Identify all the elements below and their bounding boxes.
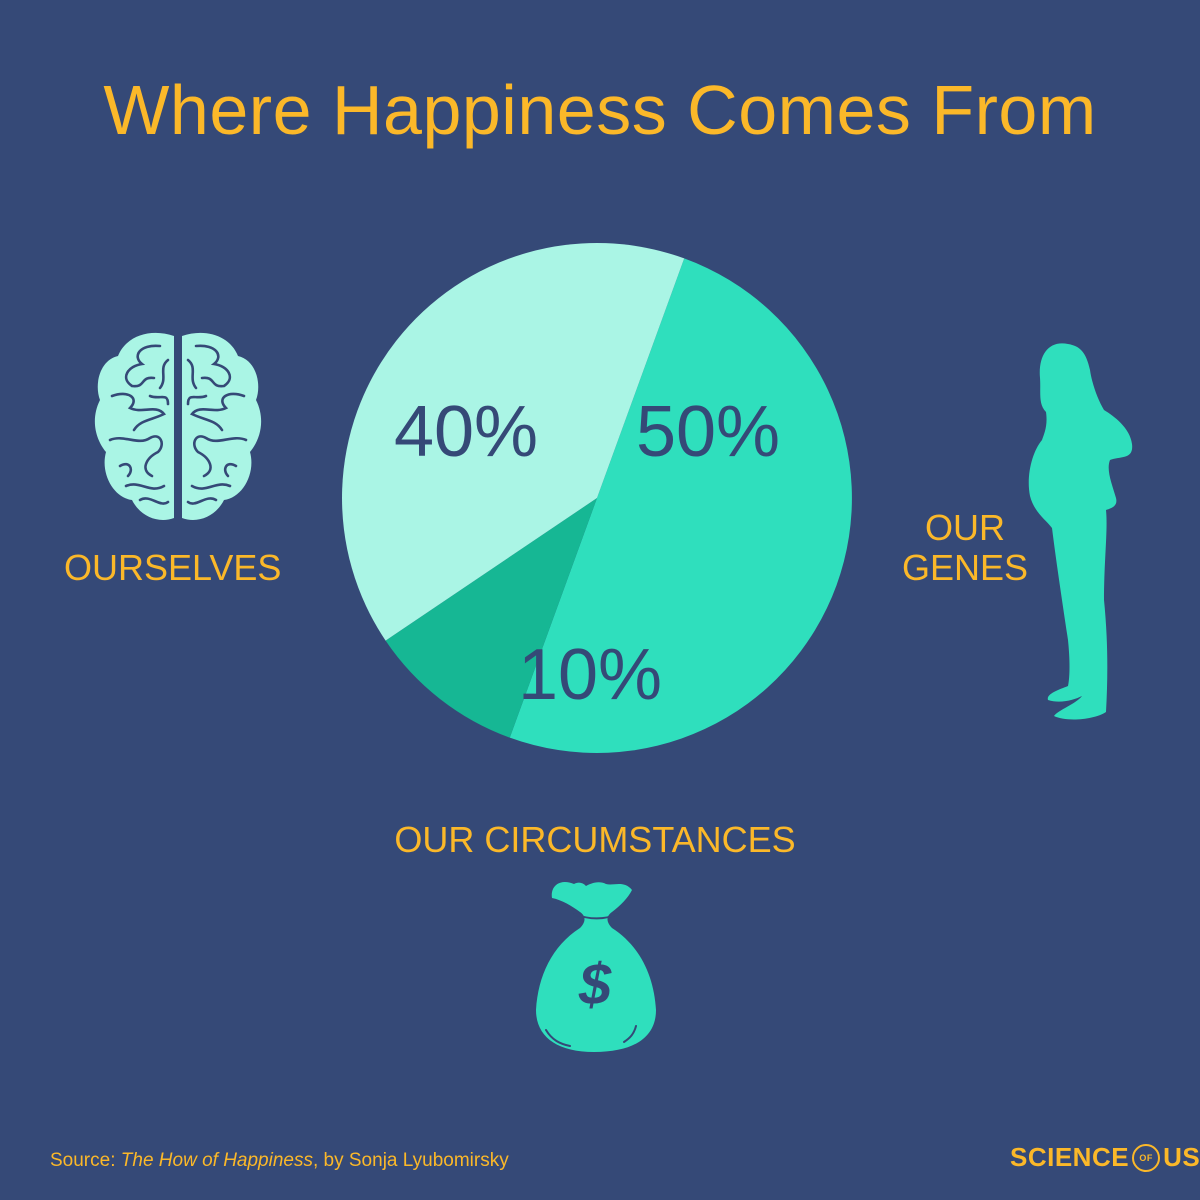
pie-label-our-circumstances: 10%: [518, 635, 662, 715]
source-book-title: The How of Happiness: [120, 1150, 313, 1171]
pie-chart: 50% 10% 40%: [342, 243, 852, 753]
source-author: , by Sonja Lyubomirsky: [312, 1150, 509, 1171]
money-bag-icon: $: [536, 881, 656, 1052]
label-our-circumstances: OUR CIRCUMSTANCES: [394, 819, 796, 860]
label-our-genes-line1: OUR: [925, 507, 1005, 548]
source-prefix: Source:: [50, 1150, 121, 1171]
brain-icon: [94, 332, 262, 520]
label-our-genes: OUR GENES: [880, 508, 1050, 588]
page-title: Where Happiness Comes From: [103, 71, 1097, 149]
label-ourselves: OURSELVES: [64, 547, 282, 588]
dollar-sign-text: $: [578, 952, 612, 1017]
source-credit: Source: The How of Happiness, by Sonja L…: [50, 1150, 509, 1172]
science-of-us-logo: SCIENCE OF US: [1010, 1142, 1200, 1173]
logo-of: OF: [1132, 1143, 1161, 1172]
pie-label-our-genes: 50%: [636, 392, 780, 472]
logo-science: SCIENCE: [1010, 1142, 1130, 1172]
logo-us: US: [1163, 1142, 1200, 1172]
infographic-canvas: 50% 10% 40% $: [94, 243, 1133, 1052]
pie-label-ourselves: 40%: [394, 392, 538, 472]
label-our-genes-line2: GENES: [901, 547, 1029, 588]
